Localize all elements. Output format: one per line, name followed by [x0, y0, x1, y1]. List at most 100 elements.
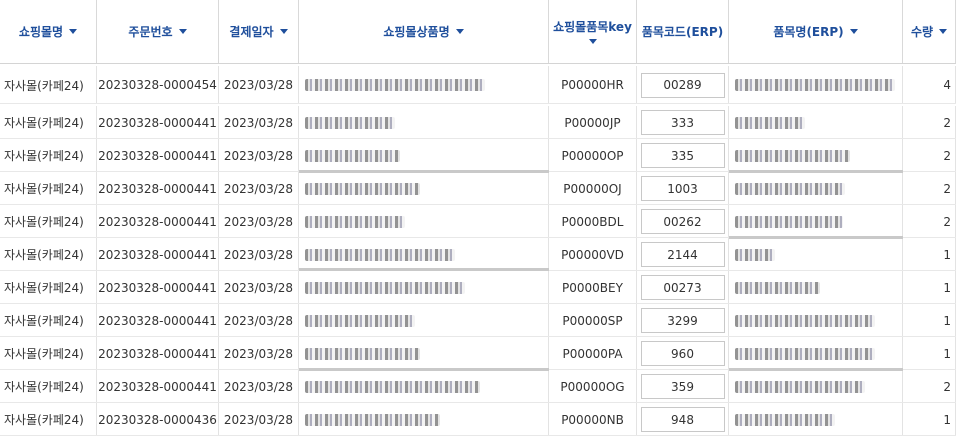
redacted-text	[735, 413, 835, 426]
cell-erp-name	[729, 403, 903, 436]
cell-text: 20230328-0000441	[98, 181, 217, 196]
cell-text: 자사몰(카페24)	[4, 380, 84, 394]
cell-text: 자사몰(카페24)	[4, 248, 84, 262]
redacted-text	[735, 248, 775, 261]
cell-mall: 자사몰(카페24)	[0, 139, 97, 172]
erp-code-input[interactable]	[640, 341, 725, 366]
cell-order-no: 20230328-0000441	[97, 106, 219, 139]
table-row[interactable]: 자사몰(카페24) 20230328-0000436 2023/03/28 P0000…	[0, 403, 956, 436]
cell-item-key: P00000JP	[549, 106, 637, 139]
erp-code-input[interactable]	[640, 242, 725, 267]
cell-item-key: P00000OP	[549, 139, 637, 172]
cell-item-key: P0000BDL	[549, 205, 637, 238]
column-header-erp-code[interactable]: 품목코드(ERP)	[637, 0, 729, 63]
erp-code-input[interactable]	[640, 143, 725, 168]
cell-order-no: 20230328-0000441	[97, 370, 219, 403]
cell-text: 2023/03/28	[223, 313, 294, 328]
cell-erp-code	[637, 403, 729, 436]
cell-text: 자사몰(카페24)	[4, 281, 84, 295]
cell-mall: 자사몰(카페24)	[0, 205, 97, 238]
cell-text: 1	[943, 313, 951, 328]
cell-mall: 자사몰(카페24)	[0, 271, 97, 304]
table-row[interactable]: 자사몰(카페24) 20230328-0000441 2023/03/28 P0000…	[0, 205, 956, 238]
redacted-text	[735, 314, 875, 327]
sort-caret-down-icon[interactable]	[69, 29, 78, 34]
cell-item-key: P00000OG	[549, 370, 637, 403]
column-header-mall[interactable]: 쇼핑몰명	[0, 0, 97, 63]
redacted-text	[735, 380, 865, 393]
cell-mall: 자사몰(카페24)	[0, 370, 97, 403]
cell-item-key: P0000BEY	[549, 271, 637, 304]
column-header-product-name[interactable]: 쇼핑몰상품명	[299, 0, 549, 63]
redacted-text	[305, 79, 485, 91]
cell-erp-name	[729, 66, 903, 104]
cell-text: 2023/03/28	[223, 78, 294, 92]
cell-text: 자사몰(카페24)	[4, 116, 84, 130]
column-header-erp-name[interactable]: 품목명(ERP)	[729, 0, 903, 63]
erp-code-input[interactable]	[640, 209, 725, 234]
redacted-text	[305, 248, 455, 261]
sort-caret-down-icon[interactable]	[588, 39, 597, 44]
cell-text: 2023/03/28	[223, 247, 294, 262]
redacted-text	[305, 380, 480, 393]
table-row[interactable]: 자사몰(카페24) 20230328-0000441 2023/03/28 P0000…	[0, 172, 956, 205]
order-items-grid: 쇼핑몰명 주문번호 결제일자 쇼핑몰상품명 쇼핑몰품목key 품목코드(ERP) 품목명(E…	[0, 0, 956, 436]
redacted-text	[735, 79, 895, 91]
cell-text: P0000BDL	[561, 214, 624, 229]
sort-caret-down-icon[interactable]	[178, 29, 187, 34]
cell-product-name	[299, 139, 549, 172]
cell-text: 4	[943, 78, 951, 92]
erp-code-input[interactable]	[640, 407, 725, 432]
table-row[interactable]: 자사몰(카페24) 20230328-0000441 2023/03/28 P0000…	[0, 139, 956, 172]
redacted-text	[305, 182, 420, 195]
cell-text: 20230328-0000441	[98, 115, 217, 130]
cell-text: 자사몰(카페24)	[4, 78, 84, 93]
column-header-qty[interactable]: 수량	[903, 0, 956, 63]
cell-product-name	[299, 106, 549, 139]
column-header-pay-date[interactable]: 결제일자	[219, 0, 299, 63]
cell-text: P00000OG	[560, 379, 625, 394]
column-header-order-no[interactable]: 주문번호	[97, 0, 219, 63]
cell-text: 2023/03/28	[223, 181, 294, 196]
table-row[interactable]: 자사몰(카페24) 20230328-0000441 2023/03/28 P0000…	[0, 271, 956, 304]
erp-code-input[interactable]	[640, 275, 725, 300]
cell-pay-date: 2023/03/28	[219, 172, 299, 205]
table-row[interactable]: 자사몰(카페24) 20230328-0000441 2023/03/28 P0000…	[0, 238, 956, 271]
redacted-text	[735, 347, 875, 360]
cell-qty: 1	[903, 271, 956, 304]
erp-code-input[interactable]	[640, 176, 725, 201]
cell-product-name	[299, 66, 549, 104]
cell-text: 1	[943, 346, 951, 361]
cell-item-key: P00000OJ	[549, 172, 637, 205]
cell-pay-date: 2023/03/28	[219, 403, 299, 436]
column-header-label: 쇼핑몰품목key	[553, 20, 632, 34]
cell-erp-code	[637, 106, 729, 139]
cell-erp-name	[729, 205, 903, 238]
erp-code-input[interactable]	[640, 308, 725, 333]
cell-order-no: 20230328-0000441	[97, 238, 219, 271]
sort-caret-down-icon[interactable]	[455, 29, 464, 34]
table-row[interactable]: 자사몰(카페24) 20230328-0000441 2023/03/28 P0000…	[0, 337, 956, 370]
redacted-text	[735, 182, 845, 195]
erp-code-input[interactable]	[640, 110, 725, 135]
cell-text: 20230328-0000441	[98, 346, 217, 361]
sort-caret-down-icon[interactable]	[939, 29, 948, 34]
sort-caret-down-icon[interactable]	[279, 29, 288, 34]
table-row[interactable]: 자사몰(카페24) 20230328-0000441 2023/03/28 P0000…	[0, 370, 956, 403]
erp-code-input[interactable]	[640, 72, 725, 98]
column-header-item-key[interactable]: 쇼핑몰품목key	[549, 0, 637, 63]
group-separator	[729, 368, 903, 371]
cell-pay-date: 2023/03/28	[219, 106, 299, 139]
cell-product-name	[299, 403, 549, 436]
cell-text: 2023/03/28	[223, 346, 294, 361]
table-row[interactable]: 자사몰(카페24) 20230328-0000441 2023/03/28 P0000…	[0, 304, 956, 337]
sort-caret-down-icon[interactable]	[849, 29, 858, 34]
erp-code-input[interactable]	[640, 374, 725, 399]
table-row[interactable]: 자사몰(카페24) 20230328-0000454 2023/03/28 P0000…	[0, 66, 956, 104]
table-row[interactable]: 자사몰(카페24) 20230328-0000441 2023/03/28 P0000…	[0, 106, 956, 139]
cell-qty: 2	[903, 106, 956, 139]
cell-erp-name	[729, 106, 903, 139]
group-separator	[729, 236, 903, 239]
cell-order-no: 20230328-0000441	[97, 139, 219, 172]
cell-text: 20230328-0000436	[98, 412, 217, 427]
